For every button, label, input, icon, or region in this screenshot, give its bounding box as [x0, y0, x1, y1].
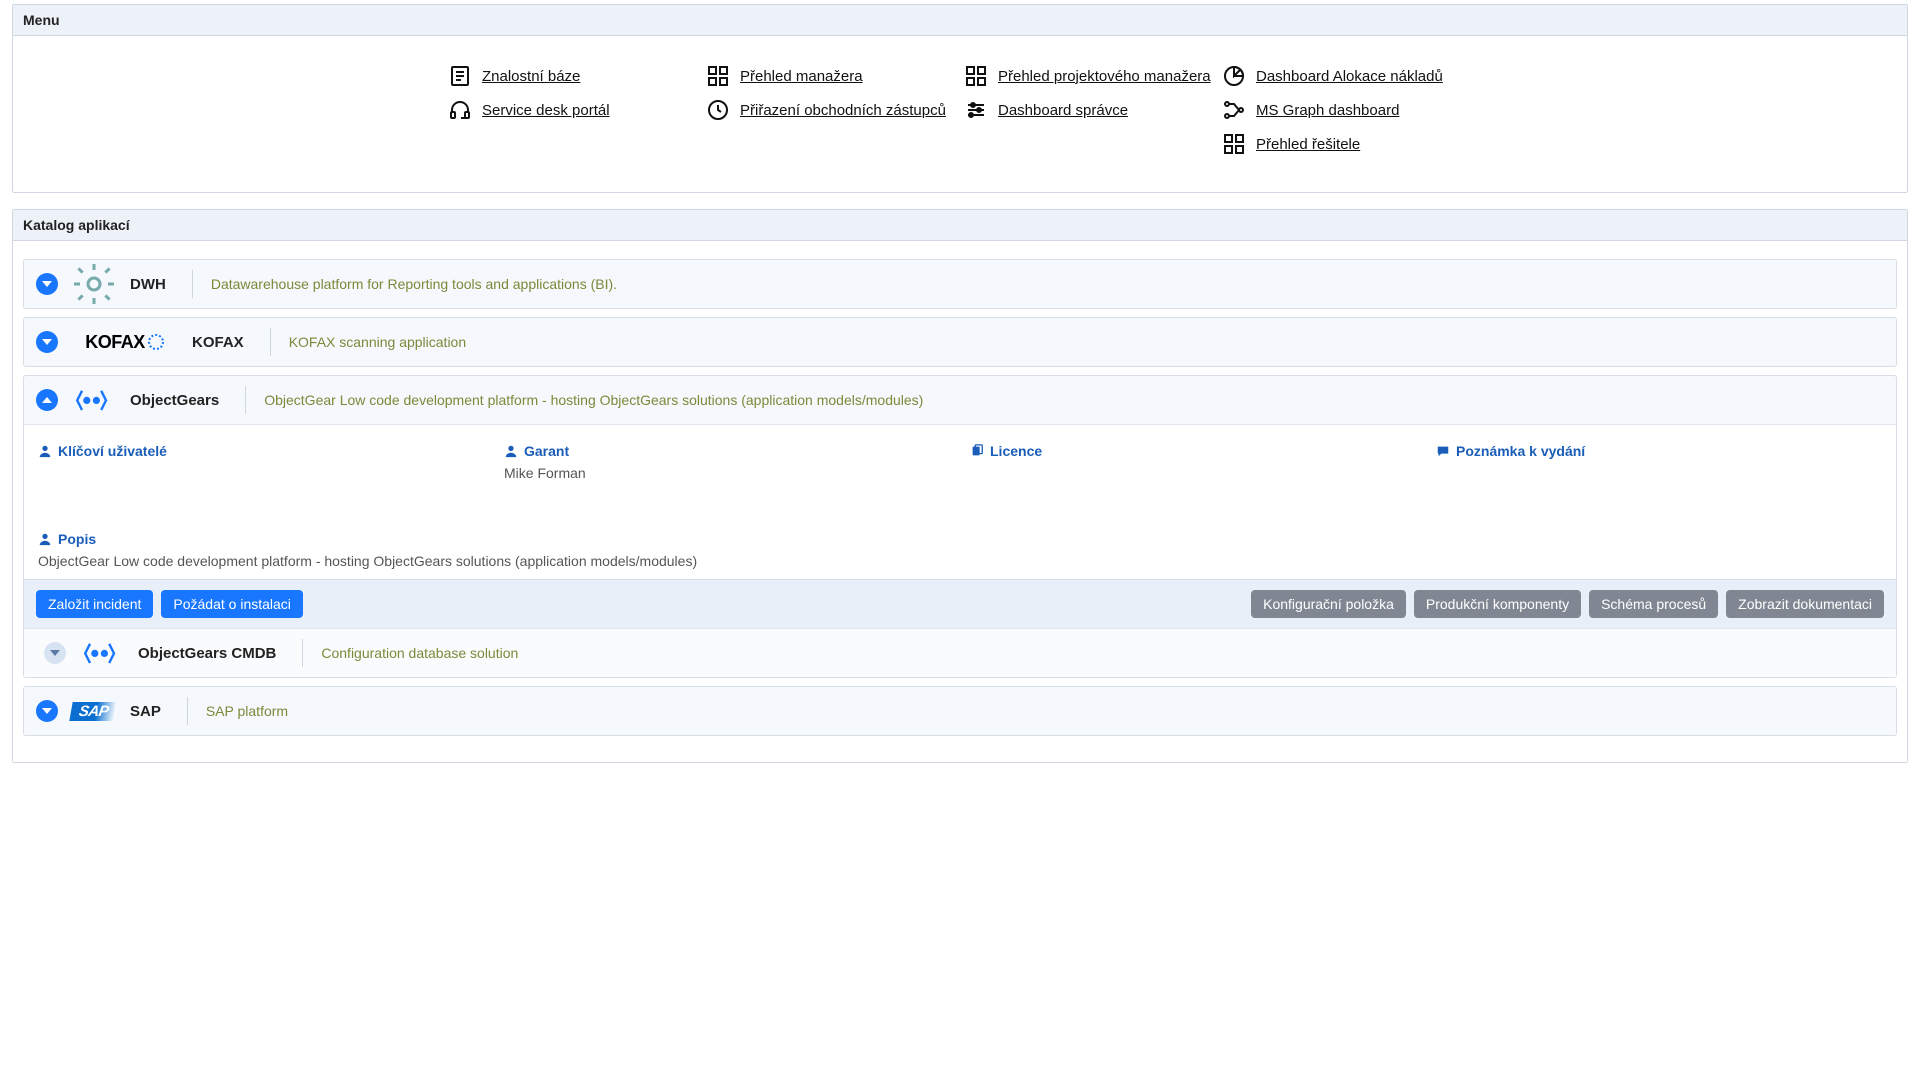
app-description: KOFAX scanning application [283, 334, 466, 350]
sap-logo-icon: SAP [70, 697, 118, 725]
menu-link-label: Přehled řešitele [1256, 136, 1360, 153]
separator [187, 697, 188, 725]
app-head[interactable]: ObjectGears ObjectGear Low code developme… [24, 376, 1896, 424]
menu-title: Menu [13, 5, 1907, 36]
clock-icon [706, 98, 730, 122]
menu-link[interactable]: Přehled manažera [706, 64, 956, 88]
licence-label: Licence [970, 443, 1416, 459]
separator [245, 386, 246, 414]
licence: Licence [970, 443, 1416, 481]
pie-icon [1222, 64, 1246, 88]
chat-icon [1436, 444, 1450, 458]
catalog-body: DWH Datawarehouse platform for Reporting … [13, 241, 1907, 762]
menu-link-label: Znalostní báze [482, 68, 580, 85]
app-head[interactable]: KOFAX KOFAX KOFAX scanning application [24, 318, 1896, 366]
app-description: ObjectGear Low code development platform… [258, 392, 923, 408]
objectgears-logo-icon [78, 639, 126, 667]
menu-body: Znalostní báze Service desk portál Přehled… [13, 36, 1907, 192]
menu-link-label: Dashboard správce [998, 102, 1128, 119]
objectgears-logo-icon [70, 386, 118, 414]
menu-link[interactable]: Přehled řešitele [1222, 132, 1472, 156]
release-note: Poznámka k vydání [1436, 443, 1882, 481]
chevron-down-icon[interactable] [36, 700, 58, 722]
headset-icon [448, 98, 472, 122]
menu-column: Přehled manažera Přiřazení obchodních zás… [706, 64, 956, 156]
separator [302, 639, 303, 667]
app-description: Datawarehouse platform for Reporting too… [205, 276, 617, 292]
menu-link-label: Dashboard Alokace nákladů [1256, 68, 1443, 85]
menu-link-label: MS Graph dashboard [1256, 102, 1399, 119]
graph-icon [1222, 98, 1246, 122]
menu-link[interactable]: Přiřazení obchodních zástupců [706, 98, 956, 122]
menu-column: Znalostní báze Service desk portál [448, 64, 698, 156]
guarantor-value: Mike Forman [504, 465, 950, 481]
app-name: DWH [130, 276, 180, 293]
chevron-down-icon[interactable] [36, 273, 58, 295]
menu-link[interactable]: Dashboard Alokace nákladů [1222, 64, 1472, 88]
guarantor: Garant Mike Forman [504, 443, 950, 481]
grid-icon [964, 64, 988, 88]
app-row: KOFAX KOFAX KOFAX scanning application [23, 317, 1897, 367]
separator [270, 328, 271, 356]
menu-link-label: Service desk portál [482, 102, 610, 119]
app-sub-description: Configuration database solution [315, 645, 518, 661]
menu-link[interactable]: Dashboard správce [964, 98, 1214, 122]
secondary-action-button[interactable]: Produkční komponenty [1414, 590, 1581, 618]
app-row: ObjectGears ObjectGear Low code developme… [23, 375, 1897, 678]
app-head[interactable]: DWH Datawarehouse platform for Reporting … [24, 260, 1896, 308]
menu-link[interactable]: MS Graph dashboard [1222, 98, 1472, 122]
detail-grid: Klíčoví uživatelé Garant Mike Forman Licenc… [38, 443, 1882, 569]
popis-label: Popis [38, 531, 1882, 547]
app-sub-name: ObjectGears CMDB [138, 645, 290, 662]
kofax-logo-icon: KOFAX [70, 328, 180, 356]
menu-link-label: Přiřazení obchodních zástupců [740, 102, 946, 119]
action-bar: Založit incident Požádat o instalaci Konfi… [24, 579, 1896, 628]
catalog-title: Katalog aplikací [13, 210, 1907, 241]
separator [192, 270, 193, 298]
primary-action-button[interactable]: Požádat o instalaci [161, 590, 303, 618]
app-row: SAP SAP SAP platform [23, 686, 1897, 736]
chevron-down-icon[interactable] [44, 642, 66, 664]
secondary-action-button[interactable]: Schéma procesů [1589, 590, 1718, 618]
sliders-icon [964, 98, 988, 122]
menu-panel: Menu Znalostní báze Service desk portál Př… [12, 4, 1908, 193]
release-note-label: Poznámka k vydání [1436, 443, 1882, 459]
app-name: KOFAX [192, 334, 258, 351]
app-head[interactable]: SAP SAP SAP platform [24, 687, 1896, 735]
popis-section: Popis ObjectGear Low code development pla… [38, 531, 1882, 569]
secondary-action-button[interactable]: Konfigurační položka [1251, 590, 1406, 618]
person-icon [38, 532, 52, 546]
key-users-label: Klíčoví uživatelé [38, 443, 484, 459]
menu-column: Přehled projektového manažera Dashboard s… [964, 64, 1214, 156]
app-name: SAP [130, 703, 175, 720]
doc-icon [448, 64, 472, 88]
grid-icon [1222, 132, 1246, 156]
menu-link[interactable]: Přehled projektového manažera [964, 64, 1214, 88]
app-description: SAP platform [200, 703, 288, 719]
popis-value: ObjectGear Low code development platform… [38, 553, 1882, 569]
catalog-panel: Katalog aplikací DWH Datawarehouse platfo… [12, 209, 1908, 763]
gear-icon [70, 270, 118, 298]
chevron-up-icon[interactable] [36, 389, 58, 411]
menu-column: Dashboard Alokace nákladů MS Graph dashbo… [1222, 64, 1472, 156]
guarantor-label: Garant [504, 443, 950, 459]
app-row: DWH Datawarehouse platform for Reporting … [23, 259, 1897, 309]
app-name: ObjectGears [130, 392, 233, 409]
chevron-down-icon[interactable] [36, 331, 58, 353]
menu-link[interactable]: Znalostní báze [448, 64, 698, 88]
copy-icon [970, 444, 984, 458]
key-users: Klíčoví uživatelé [38, 443, 484, 481]
primary-action-button[interactable]: Založit incident [36, 590, 153, 618]
menu-link[interactable]: Service desk portál [448, 98, 698, 122]
menu-link-label: Přehled projektového manažera [998, 68, 1211, 85]
app-sub-row[interactable]: ObjectGears CMDB Configuration database s… [24, 628, 1896, 677]
person-icon [38, 444, 52, 458]
menu-link-label: Přehled manažera [740, 68, 863, 85]
secondary-action-button[interactable]: Zobrazit dokumentaci [1726, 590, 1884, 618]
grid-icon [706, 64, 730, 88]
person-icon [504, 444, 518, 458]
app-detail: Klíčoví uživatelé Garant Mike Forman Licenc… [24, 424, 1896, 579]
